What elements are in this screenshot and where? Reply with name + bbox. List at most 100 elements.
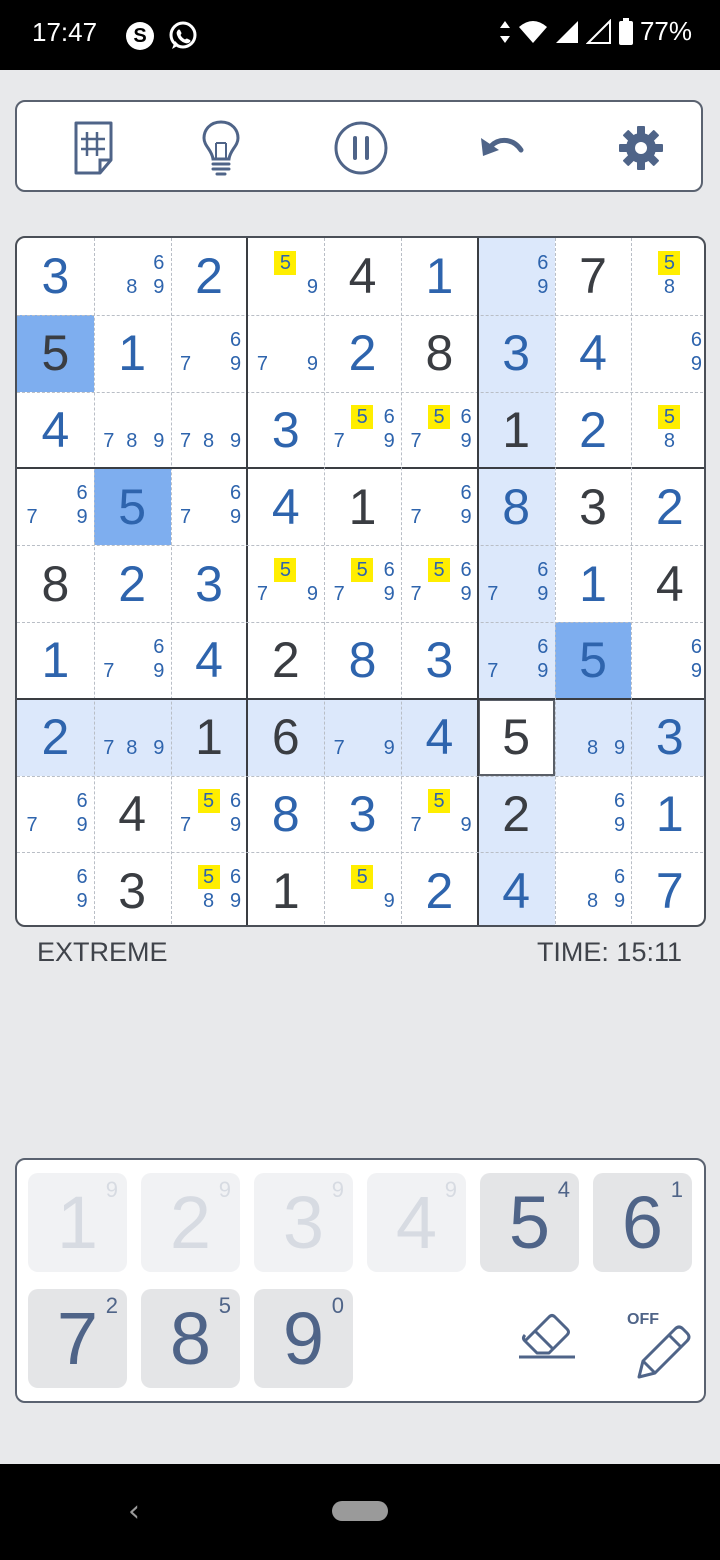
grid-cell-r8c9[interactable]: 1 (631, 776, 704, 853)
grid-cell-r8c7[interactable]: 2 (477, 775, 555, 853)
erase-button[interactable] (497, 1283, 597, 1383)
grid-cell-r7c7[interactable]: 5 (477, 698, 555, 776)
grid-cell-r2c6[interactable]: 8 (401, 315, 478, 392)
grid-cell-r3c2[interactable]: 789 (94, 392, 171, 469)
grid-cell-r3c5[interactable]: 56 7 9 (324, 392, 401, 469)
grid-cell-r8c8[interactable]: 69 (555, 776, 632, 853)
grid-cell-r5c3[interactable]: 3 (171, 545, 248, 622)
grid-cell-r1c1[interactable]: 3 (17, 238, 94, 315)
grid-cell-r3c7[interactable]: 1 (477, 391, 555, 469)
grid-cell-r3c4[interactable]: 3 (247, 392, 324, 469)
undo-button[interactable] (471, 118, 531, 178)
grid-cell-r9c4[interactable]: 1 (247, 852, 324, 925)
back-chevron-icon[interactable]: ‹ (128, 1494, 140, 1529)
grid-cell-r6c9[interactable]: 69 (631, 622, 704, 699)
grid-cell-r5c9[interactable]: 4 (631, 545, 704, 622)
pencil-mode-button[interactable]: OFF (609, 1283, 709, 1383)
key-9[interactable]: 90 (254, 1289, 353, 1388)
grid-cell-r5c2[interactable]: 2 (94, 545, 171, 622)
grid-cell-r3c9[interactable]: 58 (631, 392, 704, 469)
grid-cell-r7c2[interactable]: 789 (93, 698, 171, 776)
grid-cell-r5c4[interactable]: 57 9 (247, 545, 324, 622)
grid-cell-r5c7[interactable]: 6 7 9 (477, 545, 555, 622)
key-6[interactable]: 61 (593, 1173, 692, 1272)
grid-cell-r5c6[interactable]: 56 7 9 (401, 545, 478, 622)
grid-cell-r3c3[interactable]: 789 (171, 392, 248, 469)
hint-button[interactable] (191, 118, 251, 178)
home-pill-icon[interactable] (332, 1501, 388, 1521)
grid-cell-r4c5[interactable]: 1 (324, 468, 401, 545)
grid-cell-r6c1[interactable]: 1 (17, 622, 94, 699)
grid-cell-r9c2[interactable]: 3 (94, 852, 171, 925)
grid-cell-r9c5[interactable]: 59 (324, 852, 401, 925)
grid-cell-r1c3[interactable]: 2 (171, 238, 248, 315)
grid-cell-r1c8[interactable]: 7 (555, 238, 632, 315)
grid-cell-r4c2[interactable]: 5 (93, 468, 171, 546)
grid-cell-r1c5[interactable]: 4 (324, 238, 401, 315)
grid-cell-r8c6[interactable]: 57 9 (401, 776, 478, 853)
grid-cell-r7c8[interactable]: 89 (554, 698, 632, 776)
grid-cell-r4c3[interactable]: 6 7 9 (171, 468, 248, 545)
key-8[interactable]: 85 (141, 1289, 240, 1388)
grid-cell-r5c1[interactable]: 8 (17, 545, 94, 622)
grid-cell-r2c5[interactable]: 2 (324, 315, 401, 392)
grid-cell-r7c6[interactable]: 4 (401, 698, 478, 776)
key-5[interactable]: 54 (480, 1173, 579, 1272)
grid-cell-r9c1[interactable]: 69 (17, 852, 94, 925)
grid-cell-r3c8[interactable]: 2 (555, 392, 632, 469)
grid-cell-r4c6[interactable]: 6 7 9 (401, 468, 478, 545)
grid-cell-r4c9[interactable]: 2 (631, 468, 704, 545)
grid-cell-r8c1[interactable]: 6 7 9 (17, 776, 94, 853)
grid-cell-r2c7[interactable]: 3 (477, 314, 555, 392)
grid-cell-r9c8[interactable]: 689 (555, 852, 632, 925)
grid-cell-r9c9[interactable]: 7 (631, 852, 704, 925)
grid-cell-r1c9[interactable]: 58 (631, 238, 704, 315)
grid-cell-r9c3[interactable]: 5689 (171, 852, 248, 925)
grid-cell-r7c3[interactable]: 1 (170, 698, 248, 776)
settings-button[interactable] (611, 118, 671, 178)
grid-cell-r8c5[interactable]: 3 (324, 776, 401, 853)
grid-cell-r7c1[interactable]: 2 (17, 698, 94, 776)
grid-cell-r7c5[interactable]: 79 (324, 698, 401, 776)
grid-cell-r4c8[interactable]: 3 (555, 468, 632, 545)
grid-cell-r5c5[interactable]: 56 7 9 (324, 545, 401, 622)
grid-cell-r8c2[interactable]: 4 (94, 776, 171, 853)
grid-cell-r4c4[interactable]: 4 (247, 468, 324, 545)
grid-cell-r9c6[interactable]: 2 (401, 852, 478, 925)
grid-cell-r6c4[interactable]: 2 (247, 622, 324, 699)
grid-cell-r3c1[interactable]: 4 (17, 392, 94, 469)
pause-button[interactable] (331, 118, 391, 178)
grid-cell-r1c7[interactable]: 69 (477, 238, 555, 315)
grid-cell-r7c4[interactable]: 6 (247, 698, 325, 776)
cell-candidate: 8 (203, 890, 215, 913)
grid-cell-r8c4[interactable]: 8 (247, 776, 324, 853)
grid-cell-r5c8[interactable]: 1 (555, 545, 632, 622)
grid-cell-r6c6[interactable]: 3 (401, 622, 478, 699)
grid-cell-r1c6[interactable]: 1 (401, 238, 478, 315)
grid-cell-r6c7[interactable]: 6 7 9 (477, 622, 555, 699)
notes-button[interactable] (65, 118, 125, 178)
cell-candidate: 6 (460, 482, 472, 505)
grid-cell-r6c8[interactable]: 5 (554, 622, 632, 699)
grid-cell-r9c7[interactable]: 4 (477, 852, 555, 925)
grid-cell-r6c5[interactable]: 8 (324, 622, 401, 699)
grid-line (17, 622, 704, 623)
cell-candidate: 6 (76, 482, 88, 505)
grid-cell-r6c2[interactable]: 6 7 9 (94, 622, 171, 699)
grid-cell-r4c1[interactable]: 6 7 9 (17, 468, 94, 545)
grid-cell-r1c4[interactable]: 59 (247, 238, 324, 315)
grid-cell-r2c4[interactable]: 79 (247, 315, 324, 392)
grid-cell-r2c3[interactable]: 6 7 9 (171, 315, 248, 392)
grid-cell-r6c3[interactable]: 4 (171, 622, 248, 699)
grid-cell-r1c2[interactable]: 689 (94, 238, 171, 315)
grid-cell-r8c3[interactable]: 56 7 9 (171, 776, 248, 853)
grid-cell-r2c1[interactable]: 5 (17, 314, 94, 392)
grid-cell-r4c7[interactable]: 8 (477, 468, 555, 546)
grid-cell-r3c6[interactable]: 56 7 9 (401, 392, 478, 469)
key-7[interactable]: 72 (28, 1289, 127, 1388)
grid-cell-r2c2[interactable]: 1 (94, 315, 171, 392)
grid-cell-r7c9[interactable]: 3 (631, 698, 704, 776)
grid-cell-r2c8[interactable]: 4 (555, 315, 632, 392)
cell-candidate: 6 (460, 559, 472, 582)
grid-cell-r2c9[interactable]: 69 (631, 315, 704, 392)
